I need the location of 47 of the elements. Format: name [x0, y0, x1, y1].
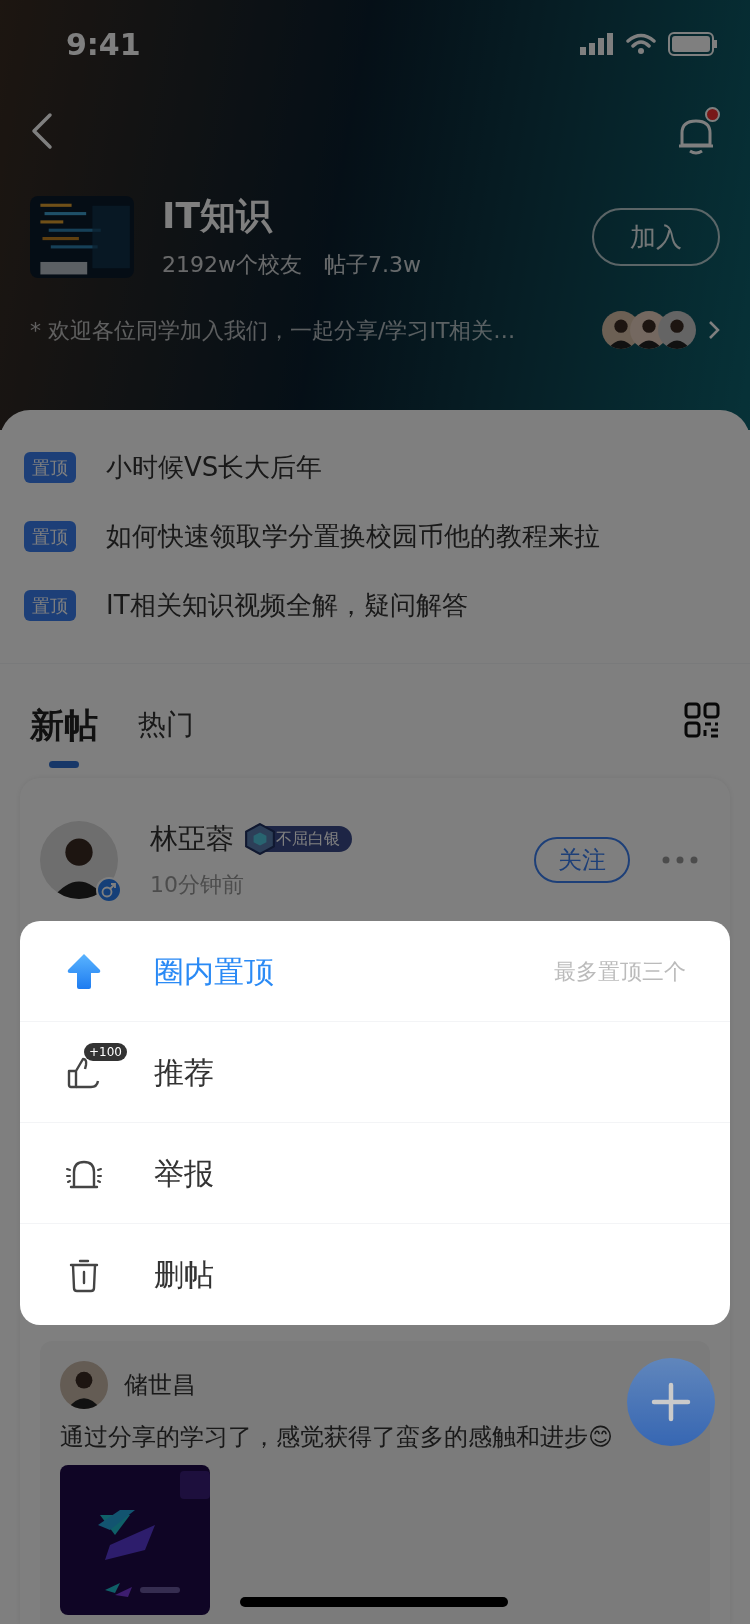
pinned-tag: 置顶: [24, 590, 76, 621]
pinned-tag: 置顶: [24, 452, 76, 483]
notification-bell[interactable]: [676, 106, 720, 155]
more-icon[interactable]: [662, 855, 698, 864]
menu-label: 举报: [154, 1154, 215, 1193]
group-description: * 欢迎各位同学加入我们，一起分享/学习IT相关…: [30, 316, 517, 345]
author-name: 储世昌: [124, 1370, 196, 1401]
post-count: 帖子7.3w: [324, 251, 421, 279]
chevron-right-icon[interactable]: [708, 320, 720, 340]
arrow-up-icon: [67, 952, 101, 990]
wifi-icon: [626, 33, 656, 55]
count-badge: +100: [84, 1043, 127, 1061]
battery-icon: [668, 32, 718, 56]
rank-badge: 不屈白银: [248, 826, 352, 852]
join-button[interactable]: 加入: [592, 208, 720, 266]
member-count: 2192w个校友: [162, 251, 302, 279]
post-text: 通过分享的学习了，感觉获得了蛮多的感触和进步😊: [60, 1422, 614, 1453]
follow-button[interactable]: 关注: [534, 836, 630, 883]
male-icon: [96, 876, 122, 903]
qr-code-icon[interactable]: [684, 702, 720, 738]
menu-label: 删帖: [154, 1256, 215, 1294]
author-name: 林亞蓉: [150, 821, 234, 857]
menu-item[interactable]: 删帖: [20, 1224, 730, 1325]
pinned-title: 如何快速领取学分置换校园币他的教程来拉: [106, 520, 600, 553]
group-name: IT知识: [162, 194, 274, 238]
status-time: 9:41: [66, 25, 141, 64]
back-icon[interactable]: [30, 110, 54, 151]
menu-label: 推荐: [154, 1053, 215, 1092]
signal-icon: [580, 33, 614, 55]
pinned-title: IT相关知识视频全解，疑问解答: [106, 589, 468, 622]
plus-icon: [651, 1382, 691, 1422]
menu-hint: 最多置顶三个: [554, 957, 686, 986]
hexagon-icon: [244, 823, 276, 855]
pinned-post[interactable]: 置顶 小时候VS长大后年: [0, 448, 750, 487]
pinned-tag: 置顶: [24, 521, 76, 552]
menu-item[interactable]: 举报: [20, 1123, 730, 1224]
menu-item[interactable]: +100 推荐: [20, 1022, 730, 1123]
menu-item[interactable]: 圈内置顶 最多置顶三个: [20, 921, 730, 1022]
pinned-post[interactable]: 置顶 IT相关知识视频全解，疑问解答: [0, 586, 750, 625]
shared-post[interactable]: 储世昌 通过分享的学习了，感觉获得了蛮多的感触和进步😊: [40, 1341, 710, 1624]
member-avatar: [658, 311, 696, 349]
pinned-post[interactable]: 置顶 如何快速领取学分置换校园币他的教程来拉: [0, 517, 750, 556]
feed-tab[interactable]: 热门: [138, 704, 194, 768]
pinned-title: 小时候VS长大后年: [106, 451, 323, 484]
feed-tab[interactable]: 新帖: [30, 700, 98, 768]
menu-label: 圈内置顶: [154, 952, 275, 991]
author-avatar: [60, 1361, 108, 1409]
